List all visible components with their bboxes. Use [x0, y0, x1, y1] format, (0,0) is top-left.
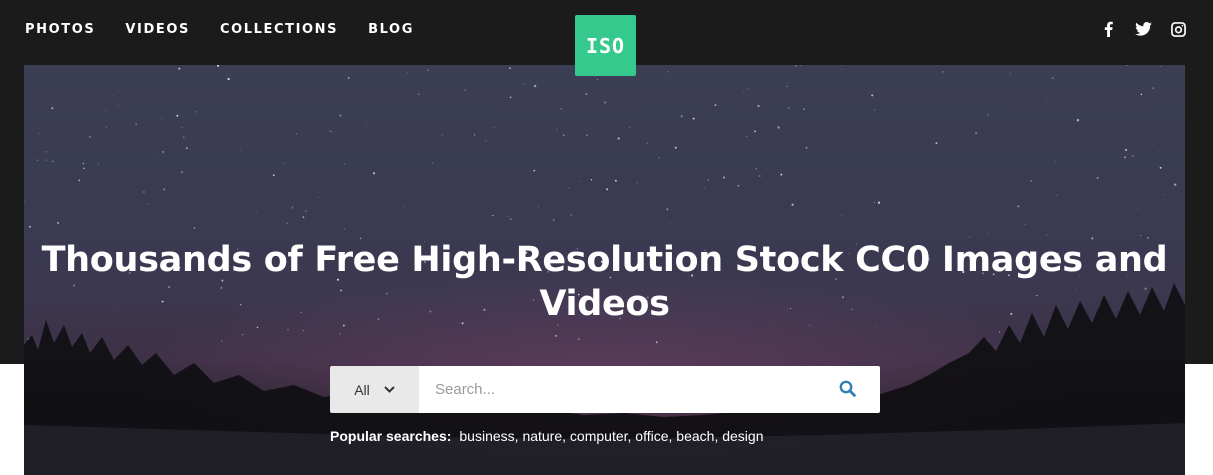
social-links [1099, 20, 1187, 38]
search-filter-dropdown[interactable]: All [330, 366, 419, 413]
popular-term[interactable]: nature [522, 428, 562, 444]
popular-term[interactable]: business [459, 428, 514, 444]
nav-blog[interactable]: BLOG [368, 21, 414, 39]
twitter-icon[interactable] [1134, 20, 1152, 38]
chevron-down-icon [384, 386, 395, 393]
nav-collections[interactable]: COLLECTIONS [220, 21, 338, 39]
nav-photos[interactable]: PHOTOS [25, 21, 95, 39]
popular-searches-label: Popular searches: [330, 428, 452, 444]
search-input[interactable] [419, 366, 880, 413]
logo-text: ISO [585, 33, 626, 58]
main-nav: PHOTOS VIDEOS COLLECTIONS BLOG [25, 21, 444, 39]
instagram-icon[interactable] [1169, 20, 1187, 38]
popular-term[interactable]: office [635, 428, 668, 444]
popular-term[interactable]: design [722, 428, 763, 444]
popular-term[interactable]: computer [570, 428, 628, 444]
popular-term[interactable]: beach [676, 428, 714, 444]
site-logo[interactable]: ISO [575, 15, 636, 76]
nav-videos[interactable]: VIDEOS [125, 21, 190, 39]
filter-label: All [354, 381, 370, 398]
search-bar: All [330, 366, 880, 413]
hero-headline: Thousands of Free High-Resolution Stock … [41, 240, 1168, 324]
facebook-icon[interactable] [1099, 20, 1117, 38]
search-icon[interactable] [836, 377, 858, 399]
popular-searches: Popular searches: business, nature, compu… [330, 428, 764, 444]
